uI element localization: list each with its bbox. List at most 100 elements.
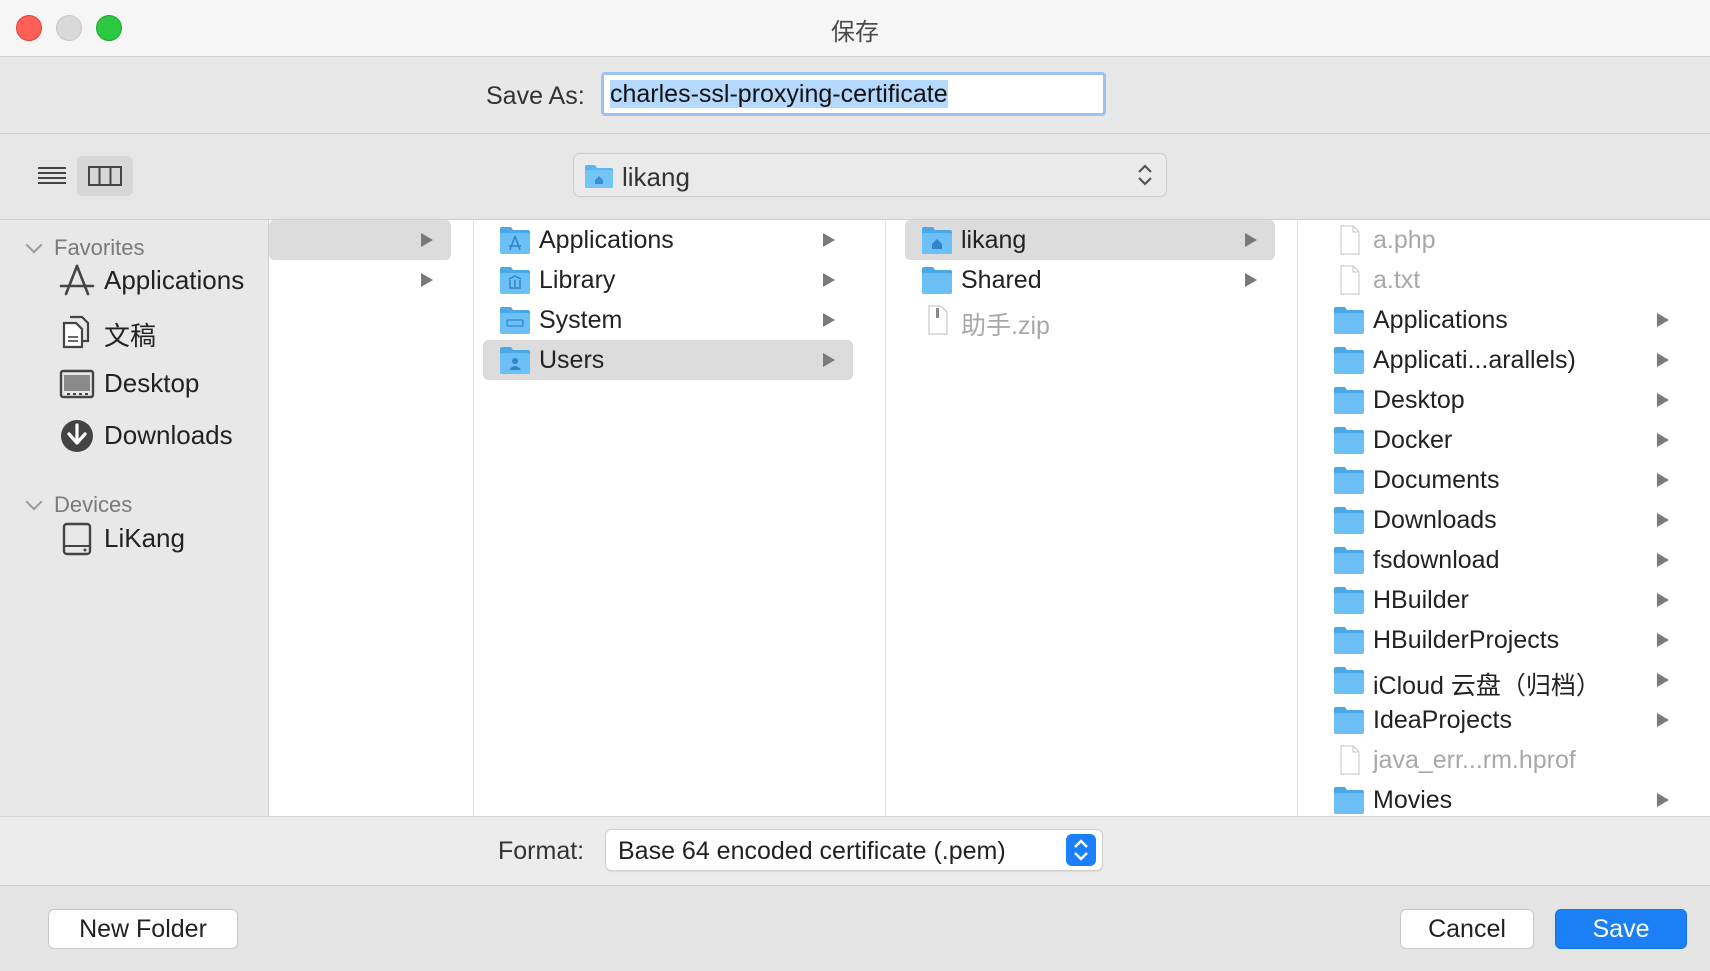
list-item: a.php — [1317, 220, 1687, 260]
disclosure-arrow-icon — [1657, 673, 1669, 687]
sidebar-item-desktop[interactable]: Desktop — [58, 361, 268, 405]
applications-icon — [59, 264, 95, 296]
folder-parallels-icon — [1334, 347, 1364, 374]
save-button[interactable]: Save — [1555, 909, 1687, 949]
location-label: likang — [622, 162, 690, 192]
save-as-row: Save As: charles-ssl-proxying-certificat… — [0, 57, 1710, 134]
list-item[interactable]: Shared — [905, 260, 1275, 300]
list-item[interactable]: IdeaProjects — [1317, 700, 1687, 740]
list-item[interactable]: Applications — [1317, 300, 1687, 340]
save-as-input[interactable]: charles-ssl-proxying-certificate — [601, 72, 1106, 116]
disclosure-arrow-icon — [1657, 393, 1669, 407]
format-row: Format: Base 64 encoded certificate (.pe… — [0, 816, 1710, 885]
disclosure-arrow-icon — [1245, 233, 1257, 247]
list-item[interactable]: Users — [483, 340, 853, 380]
list-item[interactable]: Library — [483, 260, 853, 300]
list-item[interactable]: Movies — [1317, 780, 1687, 816]
folder-icon — [1334, 427, 1364, 454]
home-folder-icon — [585, 165, 613, 188]
folder-icon — [1334, 547, 1364, 574]
disclosure-arrow-icon — [1245, 273, 1257, 287]
disclosure-arrow-icon — [1657, 553, 1669, 567]
column-users: likang Shared 助手.zip — [885, 220, 1298, 816]
sidebar-item-downloads[interactable]: Downloads — [58, 413, 268, 457]
list-item[interactable]: Downloads — [1317, 500, 1687, 540]
zip-file-icon — [928, 305, 948, 335]
disclosure-arrow-icon — [1657, 313, 1669, 327]
list-item[interactable] — [269, 260, 451, 300]
folder-library-icon — [500, 267, 530, 294]
list-item[interactable]: Documents — [1317, 460, 1687, 500]
folder-applications-icon — [1334, 307, 1364, 334]
save-as-value: charles-ssl-proxying-certificate — [610, 80, 948, 108]
list-item[interactable]: Desktop — [1317, 380, 1687, 420]
sidebar-item-applications[interactable]: Applications — [58, 258, 268, 302]
folder-icon — [1334, 667, 1364, 694]
list-item[interactable]: HBuilderProjects — [1317, 620, 1687, 660]
folder-icon — [922, 267, 952, 294]
toolbar: likang — [0, 134, 1710, 220]
column-view-icon — [88, 166, 122, 186]
disclosure-arrow-icon — [1657, 473, 1669, 487]
sidebar-item-documents[interactable]: 文稿 — [58, 309, 268, 353]
window-title: 保存 — [831, 19, 879, 46]
column-root-folders: Applications Library System Users — [473, 220, 886, 816]
new-folder-button[interactable]: New Folder — [48, 909, 238, 949]
list-item: a.txt — [1317, 260, 1687, 300]
desktop-icon — [59, 369, 95, 399]
folder-users-icon — [500, 347, 530, 374]
list-item[interactable]: Applicati...arallels) — [1317, 340, 1687, 380]
disclosure-arrow-icon — [823, 313, 835, 327]
sidebar-item-likang[interactable]: LiKang — [58, 516, 268, 560]
list-item[interactable]: iCloud 云盘（归档） — [1317, 660, 1687, 700]
format-popup[interactable]: Base 64 encoded certificate (.pem) — [605, 829, 1103, 871]
folder-movies-icon — [1334, 787, 1364, 814]
sidebar-item-label: LiKang — [104, 523, 185, 553]
chevron-down-icon — [25, 493, 43, 511]
disclosure-arrow-icon — [823, 353, 835, 367]
list-item[interactable]: Applications — [483, 220, 853, 260]
sidebar: Favorites Applications 文稿 Desktop Downlo… — [0, 220, 269, 816]
disclosure-arrow-icon — [1657, 713, 1669, 727]
sidebar-item-label: Applications — [104, 265, 245, 295]
devices-header[interactable]: Devices — [25, 492, 132, 518]
folder-system-icon — [500, 307, 530, 334]
location-popup[interactable]: likang — [573, 153, 1167, 197]
disclosure-arrow-icon — [1657, 353, 1669, 367]
file-icon — [1340, 225, 1360, 255]
list-item[interactable]: System — [483, 300, 853, 340]
disclosure-arrow-icon — [1657, 433, 1669, 447]
sidebar-item-label: Downloads — [104, 420, 233, 450]
disclosure-arrow-icon — [823, 273, 835, 287]
column-browser: Applications Library System Users likang — [269, 220, 1710, 816]
list-item[interactable]: likang — [905, 220, 1275, 260]
disclosure-arrow-icon — [421, 233, 433, 247]
list-view-icon — [38, 167, 66, 184]
title-bar: 保存 — [0, 0, 1710, 57]
format-label: Format: — [498, 837, 585, 865]
column-likang: a.php a.txt Applications Applicati...aralle… — [1297, 220, 1710, 816]
list-view-button[interactable] — [24, 156, 80, 196]
format-value: Base 64 encoded certificate (.pem) — [618, 837, 1006, 865]
folder-downloads-icon — [1334, 507, 1364, 534]
chevron-updown-icon — [1138, 164, 1152, 186]
folder-icon — [1334, 707, 1364, 734]
sidebar-item-label: 文稿 — [104, 321, 157, 351]
folder-documents-icon — [1334, 467, 1364, 494]
disclosure-arrow-icon — [1657, 593, 1669, 607]
list-item[interactable]: HBuilder — [1317, 580, 1687, 620]
list-item[interactable] — [269, 220, 451, 260]
disclosure-arrow-icon — [1657, 513, 1669, 527]
disclosure-arrow-icon — [1657, 633, 1669, 647]
disclosure-arrow-icon — [421, 273, 433, 287]
format-stepper[interactable] — [1066, 834, 1096, 866]
text-file-icon — [1340, 265, 1360, 295]
disclosure-arrow-icon — [1657, 793, 1669, 807]
folder-desktop-icon — [1334, 387, 1364, 414]
folder-icon — [1334, 627, 1364, 654]
save-as-label: Save As: — [486, 82, 585, 110]
cancel-button[interactable]: Cancel — [1400, 909, 1534, 949]
list-item[interactable]: fsdownload — [1317, 540, 1687, 580]
column-view-button[interactable] — [77, 156, 133, 196]
list-item[interactable]: Docker — [1317, 420, 1687, 460]
